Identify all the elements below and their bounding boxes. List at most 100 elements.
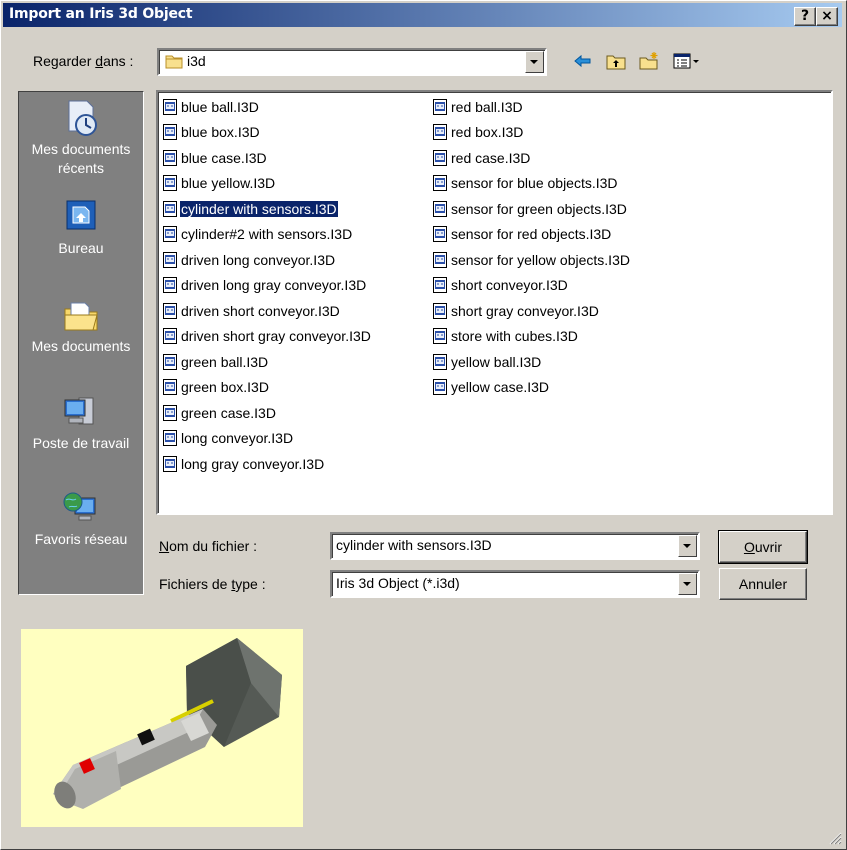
file-item[interactable]: red box.I3D: [433, 120, 631, 146]
help-button[interactable]: ?: [794, 7, 816, 26]
i3d-file-icon: [163, 379, 177, 396]
i3d-file-icon: [163, 430, 177, 447]
file-item[interactable]: green box.I3D: [163, 375, 372, 401]
file-name: cylinder#2 with sensors.I3D: [181, 226, 353, 243]
i3d-file-icon: [433, 302, 447, 319]
i3d-file-icon: [163, 226, 177, 243]
network-places-icon: [63, 492, 96, 521]
import-dialog: Import an Iris 3d Object ? × Regarder da…: [0, 0, 847, 850]
view-menu-icon[interactable]: [672, 51, 708, 71]
place-my-documents[interactable]: Mes documents: [19, 295, 143, 356]
file-item[interactable]: yellow ball.I3D: [433, 349, 631, 375]
resize-grip-icon[interactable]: [828, 831, 842, 845]
place-network-places[interactable]: Favoris réseau: [19, 488, 143, 549]
i3d-file-icon: [433, 175, 447, 192]
file-item[interactable]: long conveyor.I3D: [163, 426, 372, 452]
new-folder-icon[interactable]: [638, 51, 660, 71]
i3d-file-icon: [433, 200, 447, 217]
filetype-dropdown-button[interactable]: [678, 573, 697, 595]
i3d-file-icon: [433, 98, 447, 115]
file-item[interactable]: blue yellow.I3D: [163, 171, 372, 197]
file-name: store with cubes.I3D: [451, 328, 578, 345]
file-item[interactable]: blue box.I3D: [163, 120, 372, 146]
lookin-value: i3d: [187, 53, 206, 69]
i3d-file-icon: [433, 277, 447, 294]
file-name: blue box.I3D: [181, 124, 260, 141]
file-item[interactable]: short gray conveyor.I3D: [433, 298, 631, 324]
open-button[interactable]: Ouvrir: [718, 530, 808, 564]
file-column-2: red ball.I3D red box.I3D red case.I3D senso…: [433, 94, 631, 400]
filetype-label: Fichiers de type :: [159, 576, 266, 592]
close-button[interactable]: ×: [816, 7, 838, 26]
i3d-file-icon: [433, 353, 447, 370]
file-item[interactable]: cylinder with sensors.I3D: [163, 196, 372, 222]
lookin-combo[interactable]: i3d: [157, 48, 547, 76]
my-documents-icon: [64, 302, 98, 331]
file-item[interactable]: driven short conveyor.I3D: [163, 298, 372, 324]
back-arrow-icon[interactable]: [572, 51, 594, 71]
place-recent-documents[interactable]: Mes documents récents: [19, 98, 143, 178]
file-item[interactable]: driven long gray conveyor.I3D: [163, 273, 372, 299]
file-item[interactable]: sensor for blue objects.I3D: [433, 171, 631, 197]
i3d-file-icon: [163, 455, 177, 472]
file-item[interactable]: driven short gray conveyor.I3D: [163, 324, 372, 350]
file-item[interactable]: short conveyor.I3D: [433, 273, 631, 299]
file-item[interactable]: store with cubes.I3D: [433, 324, 631, 350]
cylinder-sensor-preview-image: [53, 638, 282, 809]
file-column-1: blue ball.I3D blue box.I3D blue case.I3D bl…: [163, 94, 372, 477]
file-item[interactable]: red ball.I3D: [433, 94, 631, 120]
file-item[interactable]: red case.I3D: [433, 145, 631, 171]
file-name: short conveyor.I3D: [451, 277, 568, 294]
desktop-icon: [66, 200, 96, 230]
i3d-file-icon: [433, 379, 447, 396]
file-name: sensor for green objects.I3D: [451, 200, 627, 217]
file-item[interactable]: green case.I3D: [163, 400, 372, 426]
i3d-file-icon: [433, 149, 447, 166]
i3d-file-icon: [163, 98, 177, 115]
cancel-button[interactable]: Annuler: [719, 568, 807, 600]
up-folder-icon[interactable]: [605, 51, 627, 71]
file-name: blue ball.I3D: [181, 98, 259, 115]
file-item[interactable]: blue case.I3D: [163, 145, 372, 171]
filename-input[interactable]: cylinder with sensors.I3D: [330, 532, 700, 560]
file-item[interactable]: blue ball.I3D: [163, 94, 372, 120]
file-item[interactable]: sensor for green objects.I3D: [433, 196, 631, 222]
file-name: red box.I3D: [451, 124, 524, 141]
file-item[interactable]: cylinder#2 with sensors.I3D: [163, 222, 372, 248]
filename-dropdown-button[interactable]: [678, 535, 697, 557]
file-list[interactable]: blue ball.I3D blue box.I3D blue case.I3D bl…: [156, 90, 833, 515]
file-name: sensor for blue objects.I3D: [451, 175, 618, 192]
file-item[interactable]: yellow case.I3D: [433, 375, 631, 401]
file-item[interactable]: green ball.I3D: [163, 349, 372, 375]
file-item[interactable]: long gray conveyor.I3D: [163, 451, 372, 477]
filename-label: Nom du fichier :: [159, 538, 258, 554]
file-item[interactable]: driven long conveyor.I3D: [163, 247, 372, 273]
lookin-dropdown-button[interactable]: [525, 51, 544, 73]
file-name: short gray conveyor.I3D: [451, 302, 599, 319]
place-my-computer[interactable]: Poste de travail: [19, 392, 143, 453]
file-name: red ball.I3D: [451, 98, 523, 115]
folder-icon: [165, 55, 183, 69]
file-name: driven short conveyor.I3D: [181, 302, 340, 319]
my-computer-icon: [64, 397, 94, 425]
file-item[interactable]: sensor for yellow objects.I3D: [433, 247, 631, 273]
title-bar[interactable]: Import an Iris 3d Object ? ×: [3, 3, 842, 27]
window-title: Import an Iris 3d Object: [9, 6, 193, 22]
file-name: long conveyor.I3D: [181, 430, 294, 447]
file-name: driven long conveyor.I3D: [181, 251, 336, 268]
place-desktop[interactable]: Bureau: [19, 197, 143, 258]
file-name: blue yellow.I3D: [181, 175, 276, 192]
file-name: sensor for red objects.I3D: [451, 226, 612, 243]
i3d-file-icon: [163, 353, 177, 370]
file-name: red case.I3D: [451, 149, 531, 166]
filename-value: cylinder with sensors.I3D: [336, 537, 492, 553]
object-preview: [21, 629, 303, 827]
filetype-select[interactable]: Iris 3d Object (*.i3d): [330, 570, 700, 598]
file-name: driven short gray conveyor.I3D: [181, 328, 371, 345]
i3d-file-icon: [163, 200, 177, 217]
places-bar: Mes documents récents Bureau Mes documen…: [18, 91, 144, 595]
i3d-file-icon: [163, 175, 177, 192]
i3d-file-icon: [163, 277, 177, 294]
i3d-file-icon: [433, 251, 447, 268]
file-item[interactable]: sensor for red objects.I3D: [433, 222, 631, 248]
